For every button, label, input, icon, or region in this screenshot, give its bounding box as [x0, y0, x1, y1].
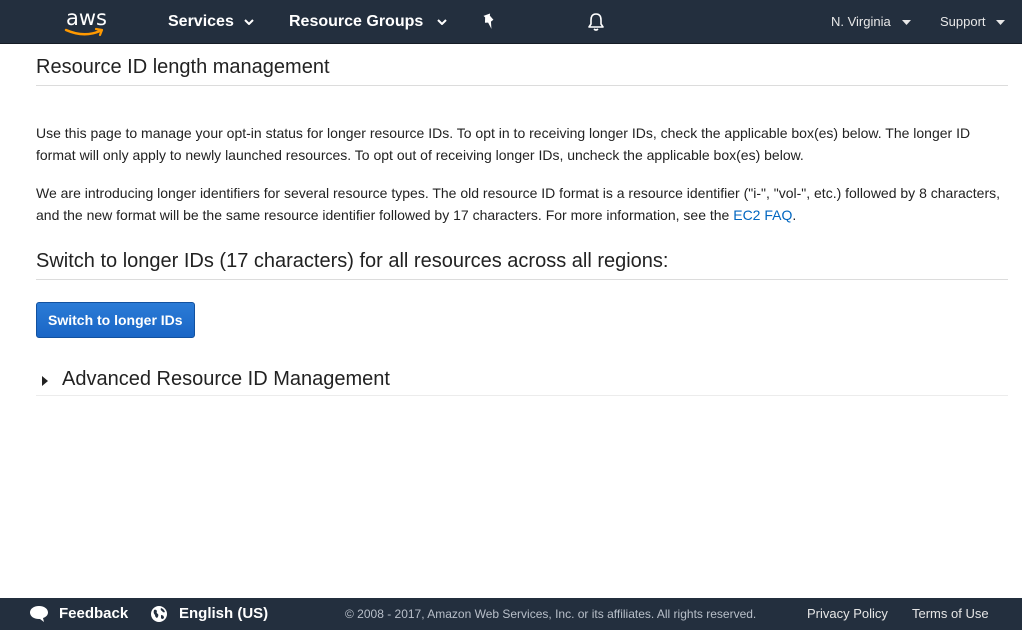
speech-bubble-icon — [30, 606, 48, 622]
chevron-down-icon — [437, 19, 447, 25]
switch-section-title: Switch to longer IDs (17 characters) for… — [36, 250, 1008, 280]
bell-icon[interactable] — [587, 12, 605, 32]
support-label: Support — [940, 14, 986, 29]
services-label: Services — [168, 13, 234, 30]
opt-in-description: Use this page to manage your opt-in stat… — [36, 125, 971, 163]
switch-to-longer-ids-button[interactable]: Switch to longer IDs — [36, 302, 195, 338]
aws-smile-icon — [64, 27, 104, 37]
services-menu[interactable]: Services — [168, 0, 255, 44]
main-content: Resource ID length management Use this p… — [36, 56, 1008, 396]
globe-icon — [151, 606, 167, 622]
footer-bar: Feedback English (US) © 2008 - 2017, Ama… — [0, 598, 1022, 630]
region-label: N. Virginia — [831, 14, 891, 29]
top-navigation-bar: aws Services Resource Groups N. Virginia… — [0, 0, 1022, 44]
page-title: Resource ID length management — [36, 56, 1008, 86]
longer-ids-description: We are introducing longer identifiers fo… — [36, 182, 1008, 226]
caret-down-icon — [996, 20, 1006, 26]
period: . — [792, 207, 797, 223]
privacy-policy-link[interactable]: Privacy Policy — [807, 598, 888, 630]
copyright-text: © 2008 - 2017, Amazon Web Services, Inc.… — [345, 607, 757, 621]
language-selector[interactable]: English (US) — [179, 598, 268, 630]
caret-down-icon — [902, 20, 912, 26]
chevron-down-icon — [244, 19, 255, 25]
feedback-link[interactable]: Feedback — [59, 598, 128, 630]
advanced-resource-id-expander[interactable]: Advanced Resource ID Management — [36, 368, 1008, 396]
aws-logo[interactable]: aws — [64, 5, 110, 39]
pin-icon[interactable] — [482, 13, 498, 31]
region-selector[interactable]: N. Virginia — [831, 0, 912, 44]
support-menu[interactable]: Support — [940, 0, 1006, 44]
resource-groups-label: Resource Groups — [289, 13, 424, 30]
longer-ids-text: We are introducing longer identifiers fo… — [36, 185, 1000, 223]
ec2-faq-link[interactable]: EC2 FAQ — [733, 207, 792, 223]
advanced-resource-id-label: Advanced Resource ID Management — [62, 368, 390, 390]
terms-of-use-link[interactable]: Terms of Use — [912, 598, 989, 630]
resource-groups-menu[interactable]: Resource Groups — [289, 0, 447, 44]
caret-right-icon — [42, 376, 48, 386]
